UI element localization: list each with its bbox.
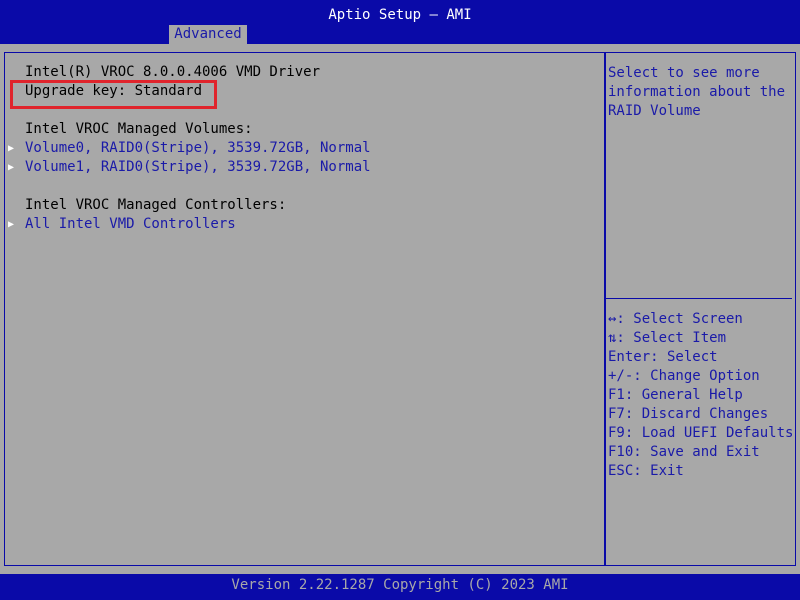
volume-item-1[interactable]: Volume1, RAID0(Stripe), 3539.72GB, Norma… <box>25 158 371 177</box>
footer-copyright: Version 2.22.1287 Copyright (C) 2023 AMI <box>231 577 569 593</box>
help-description: Select to see more information about the… <box>608 65 786 119</box>
footer-bar: Version 2.22.1287 Copyright (C) 2023 AMI <box>0 574 800 600</box>
submenu-arrow-icon: ▶ <box>8 143 15 154</box>
controller-item-all[interactable]: All Intel VMD Controllers <box>25 215 236 234</box>
controllers-heading: Intel VROC Managed Controllers: <box>25 197 287 213</box>
highlight-box <box>10 80 217 109</box>
key-hint-exit: ESC: Exit <box>608 463 684 479</box>
key-hint-select-item: ⇅: Select Item <box>608 330 727 346</box>
key-hint-enter: Enter: Select <box>608 349 718 365</box>
key-hint-save-exit: F10: Save and Exit <box>608 444 760 460</box>
volumes-heading: Intel VROC Managed Volumes: <box>25 121 253 137</box>
window-title: Aptio Setup – AMI <box>328 7 472 23</box>
key-hint-load-defaults: F9: Load UEFI Defaults <box>608 425 794 441</box>
submenu-arrow-icon: ▶ <box>8 162 15 173</box>
key-hint-general-help: F1: General Help <box>608 387 743 403</box>
volume-item-0[interactable]: Volume0, RAID0(Stripe), 3539.72GB, Norma… <box>25 139 371 158</box>
main-area: Intel(R) VROC 8.0.0.4006 VMD Driver Upgr… <box>0 44 800 574</box>
tab-advanced[interactable]: Advanced <box>169 25 247 44</box>
help-divider <box>605 298 792 299</box>
bios-setup-screen: Aptio Setup – AMI Advanced Intel(R) VROC… <box>0 0 800 600</box>
title-bar: Aptio Setup – AMI Advanced <box>0 0 800 44</box>
settings-panel: Intel(R) VROC 8.0.0.4006 VMD Driver Upgr… <box>4 52 606 566</box>
submenu-arrow-icon: ▶ <box>8 219 15 230</box>
key-hint-change-option: +/-: Change Option <box>608 368 760 384</box>
key-hint-discard-changes: F7: Discard Changes <box>608 406 769 422</box>
key-hint-select-screen: ↔: Select Screen <box>608 311 743 327</box>
help-panel: Select to see more information about the… <box>605 52 796 566</box>
